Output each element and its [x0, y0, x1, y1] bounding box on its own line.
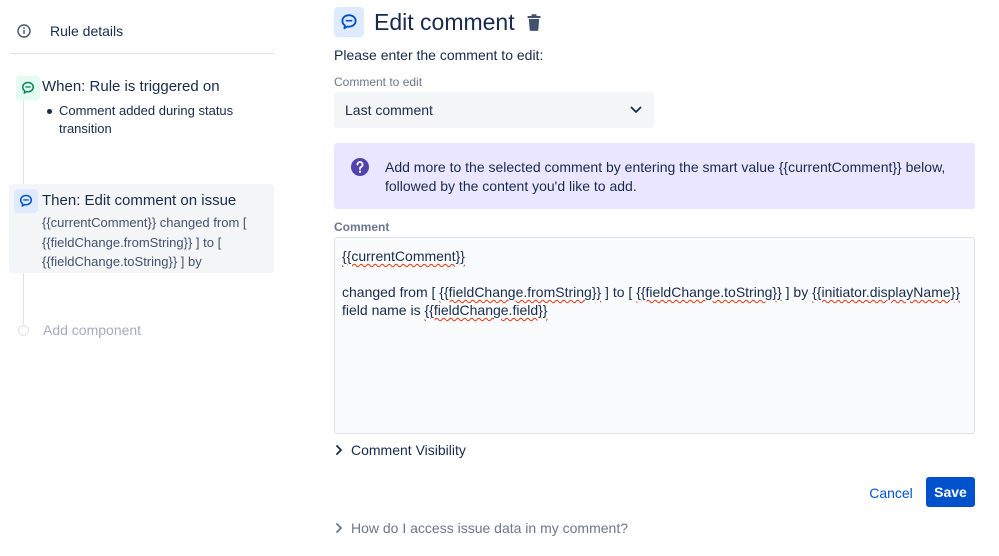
edit-comment-panel: Edit comment Please enter the comment to…: [334, 0, 975, 556]
smart-value-token: {{currentComment}}: [342, 248, 465, 264]
action-title: Then: Edit comment on issue: [42, 192, 237, 209]
comment-bubble-icon: [14, 189, 38, 213]
page-title: Edit comment: [374, 8, 515, 35]
add-component-button[interactable]: Add component: [10, 318, 274, 342]
help-issue-data-label: How do I access issue data in my comment…: [351, 520, 629, 536]
action-description: {{currentComment}} changed from [ {{fiel…: [42, 215, 247, 269]
comment-to-edit-value: Last comment: [345, 102, 433, 118]
comment-text-segment: ] to [: [601, 284, 637, 300]
comment-text-segment: ] by: [781, 284, 813, 300]
trigger-conditions: Comment added during status transition: [47, 102, 267, 138]
sidebar-divider: [10, 53, 274, 54]
cancel-button[interactable]: Cancel: [866, 478, 916, 507]
rule-details-label: Rule details: [50, 23, 124, 39]
comment-bubble-icon: [16, 76, 40, 100]
action-component-selected[interactable]: Then: Edit comment on issue {{currentCom…: [9, 184, 274, 273]
chevron-right-icon: [334, 522, 346, 534]
comment-line-3: field name is {{fieldChange.field}}: [342, 301, 967, 319]
chevron-down-icon: [630, 101, 642, 119]
comment-line-empty: [342, 265, 967, 283]
info-circle-icon: [16, 23, 32, 39]
smart-value-info-panel: Add more to the selected comment by ente…: [334, 143, 975, 209]
comment-text-segment: changed from [: [342, 284, 440, 300]
comment-visibility-toggle[interactable]: Comment Visibility: [334, 440, 466, 460]
comment-text-segment: field name is: [342, 302, 425, 318]
chevron-right-icon: [334, 444, 346, 456]
instruction-text: Please enter the comment to edit:: [334, 47, 544, 63]
comment-visibility-label: Comment Visibility: [351, 442, 466, 458]
smart-value-token: {{initiator.displayName}}: [812, 284, 960, 300]
comment-label: Comment: [334, 220, 390, 234]
add-component-label: Add component: [43, 322, 142, 338]
comment-to-edit-select[interactable]: Last comment: [334, 92, 654, 128]
smart-value-token: {{fieldChange.fromString}}: [439, 284, 602, 300]
trash-icon[interactable]: [527, 13, 541, 31]
comment-line-1: {{currentComment}}: [342, 247, 967, 265]
rule-details-item[interactable]: Rule details: [10, 14, 274, 48]
comment-line-2: changed from [ {{fieldChange.fromString}…: [342, 283, 967, 301]
add-component-dot-icon: [18, 324, 29, 336]
trigger-title: When: Rule is triggered on: [42, 78, 220, 95]
comment-bubble-icon: [334, 7, 364, 37]
smart-value-token: {{fieldChange.field}}: [424, 302, 548, 318]
rule-sidebar: Rule details When: Rule is triggered on …: [0, 0, 290, 556]
smart-value-token: {{fieldChange.toString}}: [636, 284, 782, 300]
comment-to-edit-label: Comment to edit: [334, 75, 423, 89]
help-issue-data-toggle[interactable]: How do I access issue data in my comment…: [334, 518, 628, 538]
save-button[interactable]: Save: [926, 477, 975, 507]
trigger-condition-item: Comment added during status transition: [47, 102, 267, 138]
question-circle-icon: [350, 157, 370, 177]
comment-textarea[interactable]: {{currentComment}} changed from [ {{fiel…: [334, 237, 975, 434]
info-panel-text: Add more to the selected comment by ente…: [385, 159, 946, 194]
panel-header: Edit comment: [334, 6, 541, 38]
